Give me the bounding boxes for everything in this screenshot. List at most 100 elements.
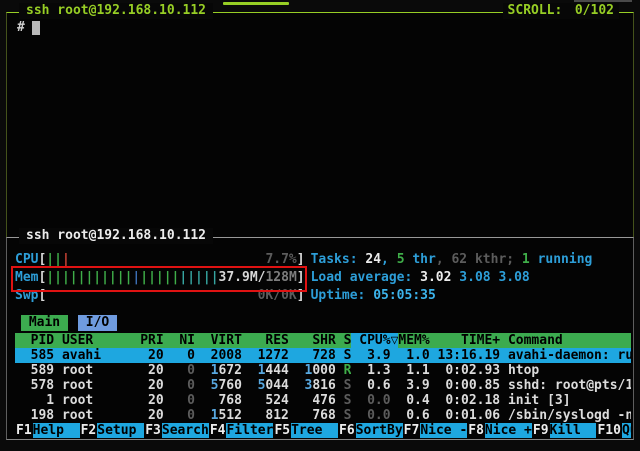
header-sort-indicator[interactable]: ▽ (391, 333, 399, 348)
cell-cpu: 0.6 (351, 378, 390, 393)
fkey-f1[interactable]: F1Help (15, 423, 80, 438)
cell-res: 5044 (242, 378, 289, 393)
process-row[interactable]: 198root2001512812768S0.00.60:01.06/sbin/… (15, 408, 631, 423)
header-cpu[interactable]: CPU% (351, 333, 390, 348)
fkey-f6[interactable]: F6SortBy (338, 423, 403, 438)
fkey-label: F4 (209, 423, 227, 438)
top-green-decoration (223, 2, 289, 5)
fkey-action-label: Search (162, 423, 209, 438)
mem-meter-label: Mem (15, 269, 38, 287)
cell-command: sshd: root@pts/1 (500, 378, 631, 393)
uptime-line: Uptime: 05:05:35 (311, 287, 631, 305)
meters: CPU[|||7.7%] Mem[||||||||||||||||||||||3… (15, 251, 305, 305)
shell-pane: ssh root@192.168.10.112 SCROLL:0/102 # (6, 12, 634, 238)
fkey-label: F7 (403, 423, 421, 438)
cell-ni: 0 (164, 348, 195, 363)
cell-pid: 1 (15, 393, 54, 408)
cell-arrow (391, 348, 399, 363)
swp-meter-label: Swp (15, 287, 38, 305)
text-run: 3.08 (459, 270, 498, 285)
cell-arrow (391, 408, 399, 423)
header-ni[interactable]: NI (164, 333, 195, 348)
cpu-meter-body: ||| 7.7% (46, 251, 296, 269)
fkey-f7[interactable]: F7Nice - (403, 423, 468, 438)
cell-pri: 20 (132, 348, 163, 363)
cell-arrow (391, 393, 399, 408)
number-prefix: 5 (211, 378, 219, 393)
cell-ni: 0 (164, 363, 195, 378)
fkey-f8[interactable]: F8Nice + (467, 423, 532, 438)
cpu-meter: CPU[|||7.7%] (15, 251, 305, 269)
tasks-line: Tasks: 24, 5 thr, 62 kthr; 1 running (311, 251, 631, 269)
fkey-f5[interactable]: F5Tree (273, 423, 338, 438)
prompt-symbol: # (17, 20, 25, 35)
number-prefix: 3 (305, 378, 313, 393)
cell-time: 13:16.19 (430, 348, 500, 363)
number-prefix: 1 (305, 363, 313, 378)
meter-close-bracket: ] (297, 269, 305, 287)
number-prefix: 1 (258, 363, 266, 378)
cpu-meter-text: 7.7% (265, 251, 296, 269)
cell-arrow (391, 378, 399, 393)
header-res[interactable]: RES (242, 333, 289, 348)
fkey-f4[interactable]: F4Filter (209, 423, 274, 438)
cell-pri: 20 (132, 363, 163, 378)
fkey-f2[interactable]: F2Setup (80, 423, 145, 438)
mem-meter-body: ||||||||||||||||||||||37.9M/128M (46, 269, 296, 287)
scroll-value: 0/102 (575, 3, 614, 18)
cell-user: root (54, 363, 132, 378)
fkey-f9[interactable]: F9Kill (532, 423, 597, 438)
meter-open-bracket: [ (38, 251, 46, 269)
number-prefix: 1 (258, 348, 266, 363)
fkey-f10[interactable]: F10Quit (596, 423, 631, 438)
header-time[interactable]: TIME+ (430, 333, 500, 348)
cell-pid: 198 (15, 408, 54, 423)
cell-res: 812 (242, 408, 289, 423)
header-pid[interactable]: PID (15, 333, 54, 348)
cell-virt: 1672 (195, 363, 242, 378)
process-row[interactable]: 1root200768524476S0.00.40:02.18init [3] (15, 393, 631, 408)
header-shr[interactable]: SHR (289, 333, 336, 348)
header-user[interactable]: USER (54, 333, 132, 348)
cell-virt: 1512 (195, 408, 242, 423)
load-average-line: Load average: 3.02 3.08 3.08 (311, 269, 631, 287)
cell-cpu: 0.0 (351, 408, 390, 423)
cell-mem: 0.6 (398, 408, 429, 423)
cell-time: 0:01.06 (430, 408, 500, 423)
cpu-meter-bars: ||| (46, 251, 69, 269)
cell-res: 524 (242, 393, 289, 408)
header-pri[interactable]: PRI (132, 333, 163, 348)
header-mem[interactable]: MEM% (398, 333, 429, 348)
header-virt[interactable]: VIRT (195, 333, 242, 348)
process-row[interactable]: 589root200167214441000R1.31.10:02.93htop (15, 363, 631, 378)
function-key-bar: F1HelpF2SetupF3SearchF4FilterF5TreeF6Sor… (15, 423, 631, 438)
header-command[interactable]: Command (500, 333, 631, 348)
fkey-action-label: Nice + (485, 423, 532, 438)
text-run: , (381, 252, 397, 267)
cell-command: /sbin/syslogd -n (500, 408, 631, 423)
meter-close-bracket: ] (297, 251, 305, 269)
text-run: thr (405, 252, 436, 267)
htop-tabs: Main I/O (15, 315, 631, 331)
tab-io[interactable]: I/O (78, 315, 117, 331)
cell-s: S (336, 378, 352, 393)
mem-meter-bars: |||||||||||||||||||||| (46, 269, 218, 287)
terminal-screen: ssh root@192.168.10.112 SCROLL:0/102 # s… (0, 0, 640, 451)
process-row[interactable]: 578root200576050443816S0.63.90:00.85sshd… (15, 378, 631, 393)
process-row[interactable]: 585avahi20020081272728S3.91.013:16.19ava… (15, 348, 631, 363)
fkey-f3[interactable]: F3Search (144, 423, 209, 438)
cell-arrow (391, 363, 399, 378)
fkey-action-label: Kill (550, 423, 597, 438)
fkey-action-label: Help (33, 423, 80, 438)
fkey-label: F5 (273, 423, 291, 438)
text-run: Tasks: (311, 252, 366, 267)
cell-shr: 3816 (289, 378, 336, 393)
cell-virt: 5760 (195, 378, 242, 393)
header-s[interactable]: S (336, 333, 352, 348)
cell-pri: 20 (132, 408, 163, 423)
cell-s: S (336, 348, 352, 363)
meter-open-bracket: [ (38, 287, 46, 305)
fkey-action-label: Nice - (420, 423, 467, 438)
tab-main[interactable]: Main (21, 315, 68, 331)
text-run: 05:05:35 (373, 288, 436, 303)
